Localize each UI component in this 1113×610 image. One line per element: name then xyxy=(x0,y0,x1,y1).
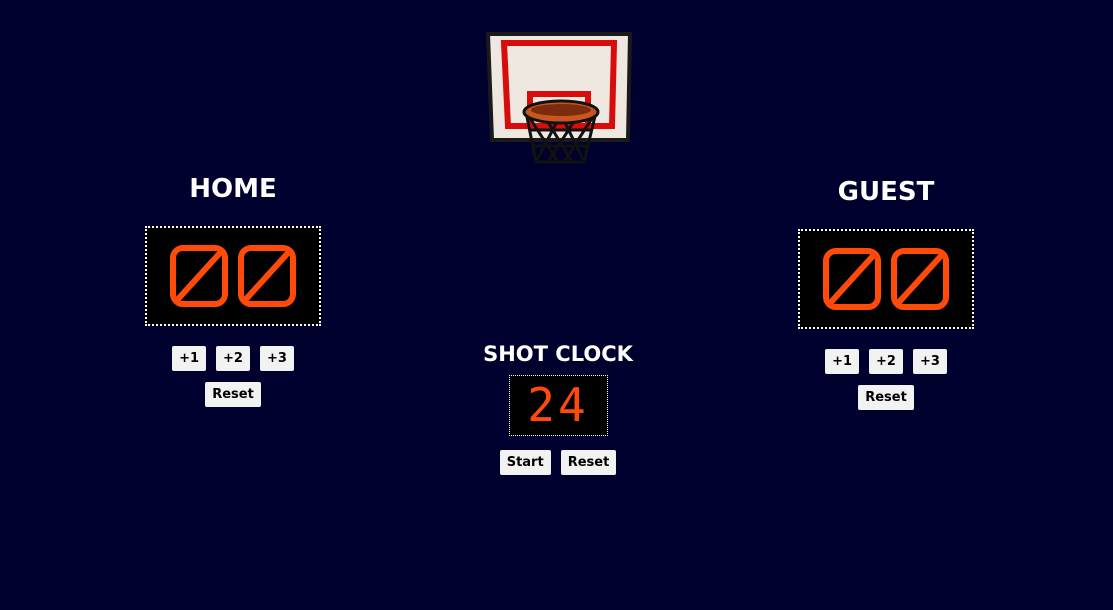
guest-score-display: 00 xyxy=(798,229,974,329)
home-score-display: 00 xyxy=(145,226,321,326)
shot-clock-start-button[interactable]: Start xyxy=(499,450,551,475)
basketball-hoop-icon xyxy=(484,30,634,170)
guest-plus-three-button[interactable]: +3 xyxy=(912,349,947,374)
guest-score-digit-ones xyxy=(891,248,949,310)
shot-clock-reset-button[interactable]: Reset xyxy=(560,450,617,475)
home-score-digit-ones xyxy=(238,245,296,307)
shot-clock-panel: SHOT CLOCK 24 Start Reset xyxy=(468,340,648,475)
home-plus-one-button[interactable]: +1 xyxy=(172,346,207,371)
home-title: HOME xyxy=(189,174,277,204)
shot-clock-title: SHOT CLOCK xyxy=(483,342,633,366)
home-plus-three-button[interactable]: +3 xyxy=(259,346,294,371)
shot-clock-value: 24 xyxy=(527,378,589,432)
home-reset-button[interactable]: Reset xyxy=(205,382,261,407)
guest-title: GUEST xyxy=(837,177,935,207)
guest-plus-two-button[interactable]: +2 xyxy=(869,349,903,374)
guest-reset-button[interactable]: Reset xyxy=(858,385,914,410)
guest-plus-one-button[interactable]: +1 xyxy=(825,349,860,374)
home-score-digit-tens xyxy=(170,245,228,307)
home-panel: HOME 00 +1 +2 +3 Reset xyxy=(145,172,321,407)
shot-clock-display: 24 xyxy=(508,375,608,436)
guest-score-digit-tens xyxy=(823,248,881,310)
guest-panel: GUEST 00 +1 +2 +3 Reset xyxy=(798,175,974,410)
home-plus-two-button[interactable]: +2 xyxy=(216,346,250,371)
